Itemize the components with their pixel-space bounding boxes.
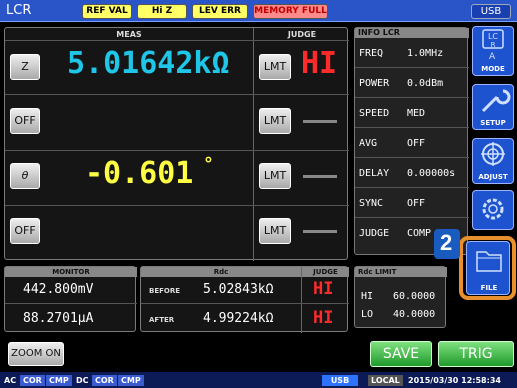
rdc-limit-panel: Rdc LIMIT HI 60.0000 LO 40.0000 xyxy=(354,266,447,328)
lcr-mode-icon: LC R A xyxy=(482,29,504,62)
monitor-header: MONITOR xyxy=(5,267,137,277)
status-dc-cmp: CMP xyxy=(118,375,144,386)
info-row-delay[interactable]: DELAY 0.00000s xyxy=(355,160,469,188)
bottom-status-bar: AC COR CMP DC COR CMP USB LOCAL 2015/03/… xyxy=(0,372,517,388)
rdc-panel: Rdc JUDGE BEFORE 5.02843kΩ HI AFTER 4.99… xyxy=(140,266,349,333)
adjust-button[interactable]: ADJUST xyxy=(472,138,514,184)
lmt-button-2[interactable]: LMT xyxy=(259,108,291,134)
wrench-icon xyxy=(481,89,511,113)
gear-icon xyxy=(482,198,504,220)
meas-header: MEAS xyxy=(116,30,142,39)
app-mode-label: LCR xyxy=(6,3,32,18)
param-off-button-2[interactable]: OFF xyxy=(10,218,40,244)
rdc-limit-header: Rdc LIMIT xyxy=(355,267,447,277)
save-button[interactable]: SAVE xyxy=(370,341,432,367)
info-row-freq[interactable]: FREQ 1.0MHz xyxy=(355,40,469,68)
judge-header: JUDGE xyxy=(287,30,317,39)
file-callout-highlight xyxy=(459,236,516,300)
usb-indicator: USB xyxy=(471,4,511,19)
status-local: LOCAL xyxy=(368,375,403,386)
lev-err-flag: LEV ERR xyxy=(192,4,248,19)
judge-none-3 xyxy=(303,175,337,178)
monitor-current: 88.2701μA xyxy=(23,311,94,326)
info-row-speed[interactable]: SPEED MED xyxy=(355,100,469,128)
info-header: INFO LCR xyxy=(355,28,469,38)
lmt-button-1[interactable]: LMT xyxy=(259,54,291,80)
status-usb: USB xyxy=(322,375,358,386)
callout-number-badge: 2 xyxy=(440,230,453,255)
rdc-before-label: BEFORE xyxy=(149,287,181,295)
status-ac-cor: COR xyxy=(20,375,45,386)
status-ac-cmp: CMP xyxy=(46,375,72,386)
param-z-button[interactable]: Z xyxy=(10,54,40,80)
rdc-header: Rdc xyxy=(141,267,301,277)
param-theta-button[interactable]: θ xyxy=(10,163,40,189)
judge-none-2 xyxy=(303,120,337,123)
ref-val-flag: REF VAL xyxy=(82,4,132,19)
rdc-limit-hi-value: 60.0000 xyxy=(393,291,436,302)
status-dc-cor: COR xyxy=(92,375,117,386)
info-row-sync[interactable]: SYNC OFF xyxy=(355,190,469,218)
meas-value-theta: -0.601 xyxy=(85,156,194,191)
svg-text:R: R xyxy=(491,41,496,49)
setup-button[interactable]: SETUP xyxy=(472,84,514,130)
svg-text:A: A xyxy=(489,52,496,62)
param-off-button-1[interactable]: OFF xyxy=(10,108,40,134)
rdc-limit-hi-label: HI xyxy=(361,291,374,302)
adjust-button-label: ADJUST xyxy=(478,173,508,181)
meas-unit-degree: ° xyxy=(203,154,214,175)
rdc-limit-lo-value: 40.0000 xyxy=(393,309,436,320)
mode-button[interactable]: LC R A MODE xyxy=(472,26,514,76)
meas-value-z: 5.01642kΩ xyxy=(67,46,230,81)
crosshair-icon xyxy=(481,142,505,166)
rdc-judge-header: JUDGE xyxy=(302,267,349,277)
measurement-panel: MEAS JUDGE Z 5.01642kΩ LMT HI OFF LMT θ … xyxy=(4,27,349,261)
rdc-after-judge: HI xyxy=(313,308,334,328)
monitor-voltage: 442.800mV xyxy=(23,282,94,297)
info-row-avg[interactable]: AVG OFF xyxy=(355,130,469,158)
rdc-after-value: 4.99224kΩ xyxy=(203,311,274,326)
trig-button[interactable]: TRIG xyxy=(438,341,514,367)
rdc-limit-lo-label: LO xyxy=(361,309,374,320)
status-dc-label: DC xyxy=(76,376,89,385)
lmt-button-3[interactable]: LMT xyxy=(259,163,291,189)
status-ac-label: AC xyxy=(4,376,17,385)
judge-hi-1: HI xyxy=(301,46,338,81)
zoom-on-button[interactable]: ZOOM ON xyxy=(8,342,64,366)
rdc-after-label: AFTER xyxy=(149,316,175,324)
monitor-panel: MONITOR 442.800mV 88.2701μA xyxy=(4,266,137,332)
status-datetime: 2015/03/30 12:58:34 xyxy=(408,376,501,385)
memory-full-flag: MEMORY FULL xyxy=(253,4,328,19)
info-panel: INFO LCR FREQ 1.0MHz POWER 0.0dBm SPEED MED… xyxy=(354,27,469,255)
hi-z-flag: Hi Z xyxy=(137,4,187,19)
mode-button-label: MODE xyxy=(481,65,505,73)
rdc-before-judge: HI xyxy=(313,279,334,299)
svg-text:LC: LC xyxy=(488,32,498,41)
setup-button-label: SETUP xyxy=(480,119,506,127)
info-row-power[interactable]: POWER 0.0dBm xyxy=(355,70,469,98)
judge-none-4 xyxy=(303,230,337,233)
rdc-before-value: 5.02843kΩ xyxy=(203,282,274,297)
top-status-bar: LCR REF VAL Hi Z LEV ERR MEMORY FULL USB xyxy=(0,0,517,22)
lmt-button-4[interactable]: LMT xyxy=(259,218,291,244)
system-button[interactable] xyxy=(472,190,514,230)
